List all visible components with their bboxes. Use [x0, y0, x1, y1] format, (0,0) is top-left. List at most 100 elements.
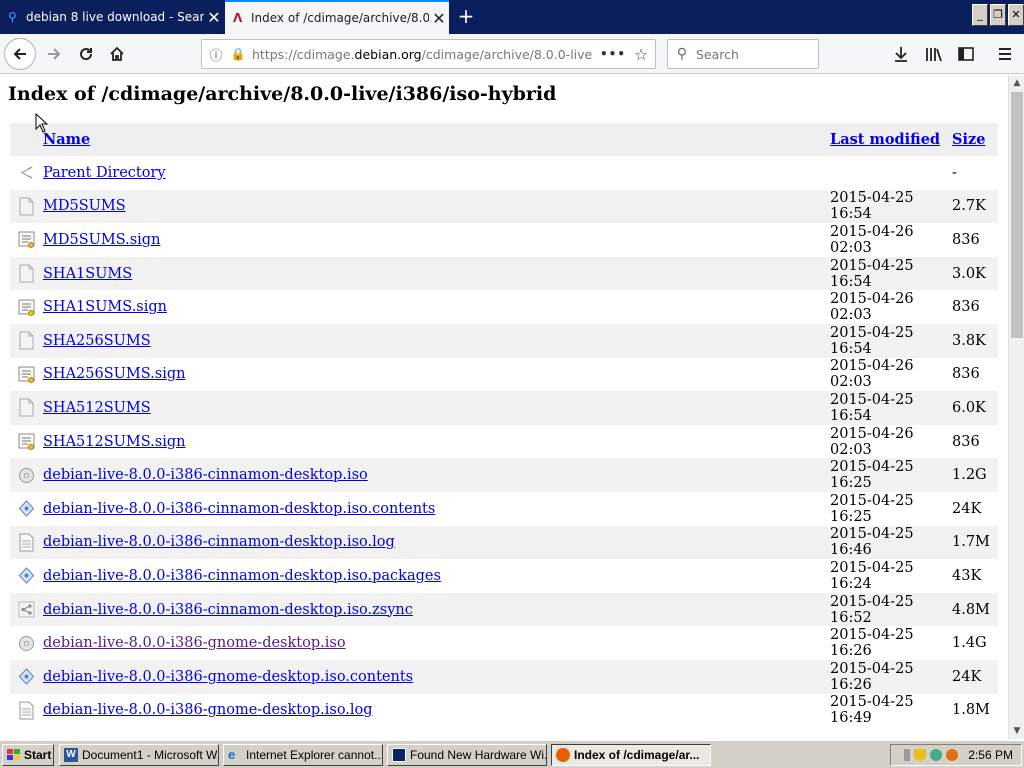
- taskbar-item-hardware[interactable]: Found New Hardware Wi...: [387, 744, 547, 766]
- file-size: 2.7K: [952, 198, 986, 215]
- bookmark-star-icon[interactable]: ☆: [627, 45, 655, 64]
- text-file-icon: [10, 398, 43, 417]
- security-shield-icon[interactable]: [914, 749, 927, 761]
- taskbar-item-ie[interactable]: e Internet Explorer cannot...: [223, 744, 383, 766]
- home-button[interactable]: [101, 38, 133, 70]
- updates-icon[interactable]: [946, 749, 959, 761]
- taskbar-label: Found New Hardware Wi...: [410, 748, 547, 762]
- close-tab-icon[interactable]: ✕: [204, 8, 224, 27]
- tab-index[interactable]: Λ Index of /cdimage/archive/8.0.0-li ✕: [225, 0, 449, 34]
- modified-date: 2015-04-26 02:03: [830, 223, 914, 256]
- mouse-cursor-icon: [35, 113, 49, 133]
- file-link[interactable]: SHA256SUMS.sign: [43, 366, 185, 382]
- diamond-icon: [10, 499, 43, 518]
- signature-icon: [10, 298, 43, 317]
- start-label: Start: [24, 748, 52, 762]
- ie-icon: e: [228, 747, 236, 762]
- file-size: -: [952, 164, 957, 181]
- modified-date: 2015-04-25 16:25: [830, 492, 914, 525]
- file-size: 43K: [952, 567, 982, 584]
- file-link[interactable]: SHA512SUMS.sign: [43, 434, 185, 450]
- new-tab-button[interactable]: +: [454, 3, 478, 29]
- restore-button[interactable]: ❐: [990, 4, 1006, 26]
- forward-button[interactable]: [38, 38, 70, 70]
- file-link[interactable]: debian-live-8.0.0-i386-cinnamon-desktop.…: [43, 534, 395, 550]
- file-link[interactable]: debian-live-8.0.0-i386-gnome-desktop.iso: [43, 635, 346, 651]
- file-size: 1.7M: [952, 534, 990, 551]
- file-link[interactable]: SHA512SUMS: [43, 400, 151, 416]
- text-file-icon: [10, 264, 43, 283]
- search-input[interactable]: [696, 46, 814, 62]
- table-row: debian-live-8.0.0-i386-gnome-desktop.iso…: [10, 626, 998, 660]
- vertical-scrollbar[interactable]: ▲ ▼: [1008, 75, 1024, 739]
- sort-by-name-link[interactable]: Name: [43, 131, 90, 148]
- lock-icon[interactable]: 🔒: [230, 47, 246, 61]
- table-row: MD5SUMS 2015-04-25 16:54 2.7K: [10, 189, 998, 224]
- word-icon: W: [64, 748, 78, 762]
- modified-date: 2015-04-26 02:03: [830, 291, 914, 324]
- disc-icon: [10, 466, 43, 485]
- forward-arrow-icon: [48, 48, 61, 60]
- menu-button[interactable]: [989, 38, 1021, 70]
- scrollbar-thumb[interactable]: [1011, 92, 1023, 338]
- modified-date: 2015-04-25 16:46: [830, 526, 914, 559]
- file-link[interactable]: debian-live-8.0.0-i386-gnome-desktop.iso…: [43, 669, 413, 685]
- page-content: Index of /cdimage/archive/8.0.0-live/i38…: [0, 75, 1008, 739]
- text-file-icon: [10, 197, 43, 216]
- close-tab-icon[interactable]: ✕: [429, 9, 449, 28]
- network-icon[interactable]: [930, 749, 943, 761]
- file-link[interactable]: MD5SUMS: [43, 198, 126, 214]
- taskbar-item-word[interactable]: W Document1 - Microsoft W...: [59, 744, 219, 766]
- download-icon: [895, 47, 907, 62]
- file-size: 836: [952, 231, 980, 248]
- file-size: 836: [952, 366, 980, 383]
- sort-by-size-link[interactable]: Size: [952, 131, 985, 148]
- system-tray: 2:56 PM: [890, 744, 1022, 766]
- scroll-down-arrow-icon[interactable]: ▼: [1009, 723, 1024, 739]
- search-bar[interactable]: ⚲: [667, 39, 819, 69]
- table-row: SHA512SUMS 2015-04-25 16:54 6.0K: [10, 391, 998, 425]
- file-link[interactable]: debian-live-8.0.0-i386-cinnamon-desktop.…: [43, 568, 441, 584]
- table-row: debian-live-8.0.0-i386-cinnamon-desktop.…: [10, 492, 998, 526]
- file-link[interactable]: SHA1SUMS.sign: [43, 299, 167, 315]
- file-link[interactable]: debian-live-8.0.0-i386-cinnamon-desktop.…: [43, 602, 413, 618]
- back-button[interactable]: [4, 38, 36, 70]
- close-window-button[interactable]: ✕: [1008, 4, 1024, 26]
- sort-by-modified-link[interactable]: Last modified: [830, 131, 940, 148]
- file-link[interactable]: SHA1SUMS: [43, 266, 132, 282]
- tab-strip: ⚲ debian 8 live download - Search ✕ Λ In…: [0, 0, 1024, 34]
- sidebar-button[interactable]: [950, 38, 982, 70]
- url-text[interactable]: https://cdimage.debian.org/cdimage/archi…: [246, 47, 599, 62]
- listing-rows: Parent Directory - MD5SUMS 2015-04-25 16:54…: [10, 156, 998, 727]
- file-size: 836: [952, 299, 980, 316]
- library-button[interactable]: [918, 38, 950, 70]
- modified-date: 2015-04-25 16:54: [830, 391, 914, 424]
- downloads-button[interactable]: [885, 38, 917, 70]
- minimize-button[interactable]: _: [972, 4, 988, 26]
- file-link[interactable]: debian-live-8.0.0-i386-gnome-desktop.iso…: [43, 702, 373, 718]
- scroll-up-arrow-icon[interactable]: ▲: [1009, 75, 1024, 91]
- start-button[interactable]: Start: [2, 744, 54, 766]
- table-row: debian-live-8.0.0-i386-cinnamon-desktop.…: [10, 559, 998, 593]
- taskbar-item-firefox[interactable]: Index of /cdimage/ar...: [551, 744, 711, 766]
- table-row: MD5SUMS.sign 2015-04-26 02:03 836: [10, 223, 998, 257]
- taskbar-label: Internet Explorer cannot...: [246, 748, 383, 762]
- table-row: debian-live-8.0.0-i386-gnome-desktop.iso…: [10, 694, 998, 728]
- file-link[interactable]: Parent Directory: [43, 165, 166, 181]
- reload-button[interactable]: [70, 38, 102, 70]
- page-actions-icon[interactable]: •••: [599, 47, 627, 61]
- table-row: debian-live-8.0.0-i386-cinnamon-desktop.…: [10, 458, 998, 492]
- file-link[interactable]: debian-live-8.0.0-i386-cinnamon-desktop.…: [43, 467, 368, 483]
- magnifier-icon: ⚲: [676, 46, 688, 62]
- file-link[interactable]: debian-live-8.0.0-i386-cinnamon-desktop.…: [43, 501, 435, 517]
- info-icon[interactable]: ⓘ: [202, 45, 230, 64]
- file-size: 6.0K: [952, 399, 986, 416]
- file-link[interactable]: MD5SUMS.sign: [43, 232, 160, 248]
- home-icon: [110, 46, 124, 61]
- volume-icon[interactable]: [904, 749, 911, 761]
- file-link[interactable]: SHA256SUMS: [43, 333, 151, 349]
- reload-icon: [80, 48, 93, 61]
- file-size: 24K: [952, 668, 982, 685]
- tab-search[interactable]: ⚲ debian 8 live download - Search ✕: [0, 0, 224, 34]
- address-bar[interactable]: ⓘ 🔒 https://cdimage.debian.org/cdimage/a…: [201, 39, 656, 69]
